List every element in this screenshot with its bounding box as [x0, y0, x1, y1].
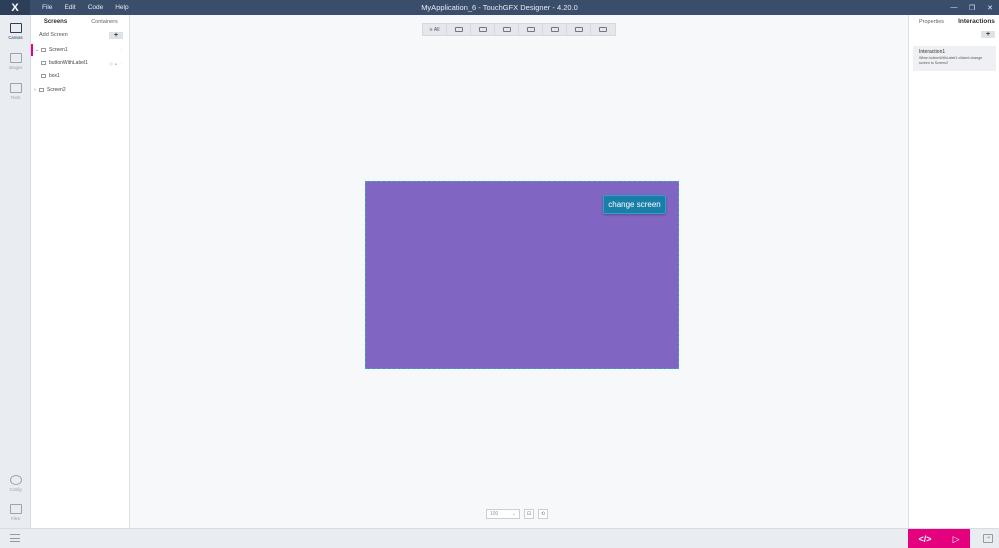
display-filter-button[interactable]	[447, 24, 471, 35]
visibility-lock-icons[interactable]: ◎ ▲ ⋮	[109, 61, 123, 66]
rail-config[interactable]: Config	[0, 473, 31, 497]
cube-icon	[574, 27, 583, 32]
title-bar: X File Edit Code Help MyApplication_6 - …	[0, 0, 999, 15]
chevron-right-icon[interactable]: ›	[31, 87, 39, 93]
touchgfx-logo-icon: X	[0, 0, 30, 15]
rail-texts-label: Texts	[10, 95, 21, 100]
interaction-card[interactable]: Interaction1 When buttonWithLabel1 click…	[913, 46, 996, 71]
container-filter-button[interactable]	[495, 24, 519, 35]
tree-item-label: buttonWithLabel1	[49, 60, 88, 66]
menu-file[interactable]: File	[36, 0, 58, 15]
window-controls: — ❐ ✕	[945, 0, 999, 15]
screens-panel-tabs: Screens Containers	[31, 15, 129, 29]
text-box-icon	[550, 27, 559, 32]
tree-item-screen2[interactable]: › Screen2	[31, 84, 129, 96]
zoom-value: 100	[490, 511, 499, 517]
display-icon	[454, 27, 463, 32]
texts-icon	[9, 83, 22, 93]
image-icon	[478, 27, 487, 32]
row-options-icon[interactable]: ⋮	[119, 48, 123, 53]
add-screen-label[interactable]: Add Screen	[39, 32, 68, 38]
screen-icon	[39, 88, 44, 92]
add-interaction-button[interactable]: +	[981, 31, 995, 38]
generate-code-button[interactable]: </>	[919, 534, 932, 544]
add-screen-button[interactable]: +	[109, 32, 123, 39]
rail-config-label: Config	[9, 487, 22, 492]
misc-filter-button[interactable]	[591, 24, 615, 35]
box-icon	[41, 74, 46, 78]
screen-icon	[41, 48, 46, 52]
rail-texts[interactable]: Texts	[0, 81, 31, 105]
window-title: MyApplication_6 - TouchGFX Designer - 4.…	[421, 3, 578, 12]
tree-item-buttonwithlabel1[interactable]: buttonWithLabel1 ◎ ▲ ⋮	[31, 57, 129, 69]
fit-screen-button[interactable]: ⊡	[524, 509, 534, 519]
rail-images-label: Images	[8, 65, 23, 70]
text-filter-button[interactable]	[543, 24, 567, 35]
images-icon	[9, 53, 22, 63]
tree-item-label: Screen1	[49, 47, 68, 53]
widget-icon	[41, 61, 46, 65]
3d-filter-button[interactable]	[567, 24, 591, 35]
tab-properties[interactable]: Properties	[909, 15, 954, 29]
menu-edit[interactable]: Edit	[58, 0, 81, 15]
tab-containers[interactable]: Containers	[80, 15, 129, 29]
bottom-bar: </> ▷ ⇥	[0, 528, 999, 548]
menu-bar: File Edit Code Help	[36, 0, 135, 15]
rail-canvas[interactable]: Canvas	[0, 21, 31, 45]
interaction-description: When buttonWithLabel1 clicked change scr…	[919, 56, 983, 65]
tree-item-label: box1	[49, 73, 60, 79]
interaction-title: Interaction1	[919, 49, 946, 55]
exit-icon[interactable]: ⇥	[983, 534, 993, 543]
right-panel: Properties Interactions + Interaction1 W…	[908, 15, 999, 528]
canvas-area[interactable]: ≡ All change screen 100 ⌄ ⊡ ⟲	[131, 15, 907, 528]
rail-files[interactable]: Files	[0, 502, 31, 526]
files-icon	[9, 504, 22, 514]
tree-item-box1[interactable]: box1	[31, 70, 129, 82]
shapes-icon	[526, 27, 535, 32]
rail-images[interactable]: Images	[0, 51, 31, 75]
run-simulator-button[interactable]: ▷	[953, 534, 960, 545]
rotate-button[interactable]: ⟲	[538, 509, 548, 519]
right-panel-tabs: Properties Interactions	[909, 15, 999, 29]
tree-item-label: Screen2	[47, 87, 66, 93]
left-rail: Canvas Images Texts Config Files	[0, 15, 31, 528]
screen-preview[interactable]: change screen	[365, 181, 679, 369]
gear-icon	[9, 475, 22, 485]
restore-icon[interactable]: ❐	[963, 0, 981, 15]
rail-files-label: Files	[11, 516, 20, 521]
menu-help[interactable]: Help	[109, 0, 134, 15]
minimize-icon[interactable]: —	[945, 0, 963, 15]
zoom-controls: 100 ⌄ ⊡ ⟲	[486, 509, 548, 519]
image-filter-button[interactable]	[471, 24, 495, 35]
filter-all-label: All	[433, 26, 440, 33]
change-screen-button[interactable]: change screen	[603, 195, 666, 214]
layers-icon	[502, 27, 511, 32]
chevron-down-icon: ⌄	[511, 511, 516, 517]
tab-screens[interactable]: Screens	[31, 15, 80, 29]
screens-panel: Screens Containers Add Screen + ⌄ Screen…	[31, 15, 130, 528]
tree-item-screen1[interactable]: ⌄ Screen1 ⋮	[31, 44, 129, 56]
menu-code[interactable]: Code	[82, 0, 110, 15]
zoom-select[interactable]: 100 ⌄	[486, 509, 520, 519]
misc-icon	[599, 27, 607, 32]
filter-all-button[interactable]: ≡ All	[423, 24, 447, 35]
rail-canvas-label: Canvas	[8, 35, 23, 40]
hamburger-menu-icon[interactable]	[10, 534, 20, 542]
chevron-down-icon[interactable]: ⌄	[33, 47, 41, 53]
shape-filter-button[interactable]	[519, 24, 543, 35]
close-icon[interactable]: ✕	[981, 0, 999, 15]
tab-interactions[interactable]: Interactions	[954, 15, 999, 29]
run-panel: </> ▷	[908, 529, 970, 548]
widget-toolbar: ≡ All	[422, 23, 616, 36]
canvas-icon	[9, 23, 22, 33]
